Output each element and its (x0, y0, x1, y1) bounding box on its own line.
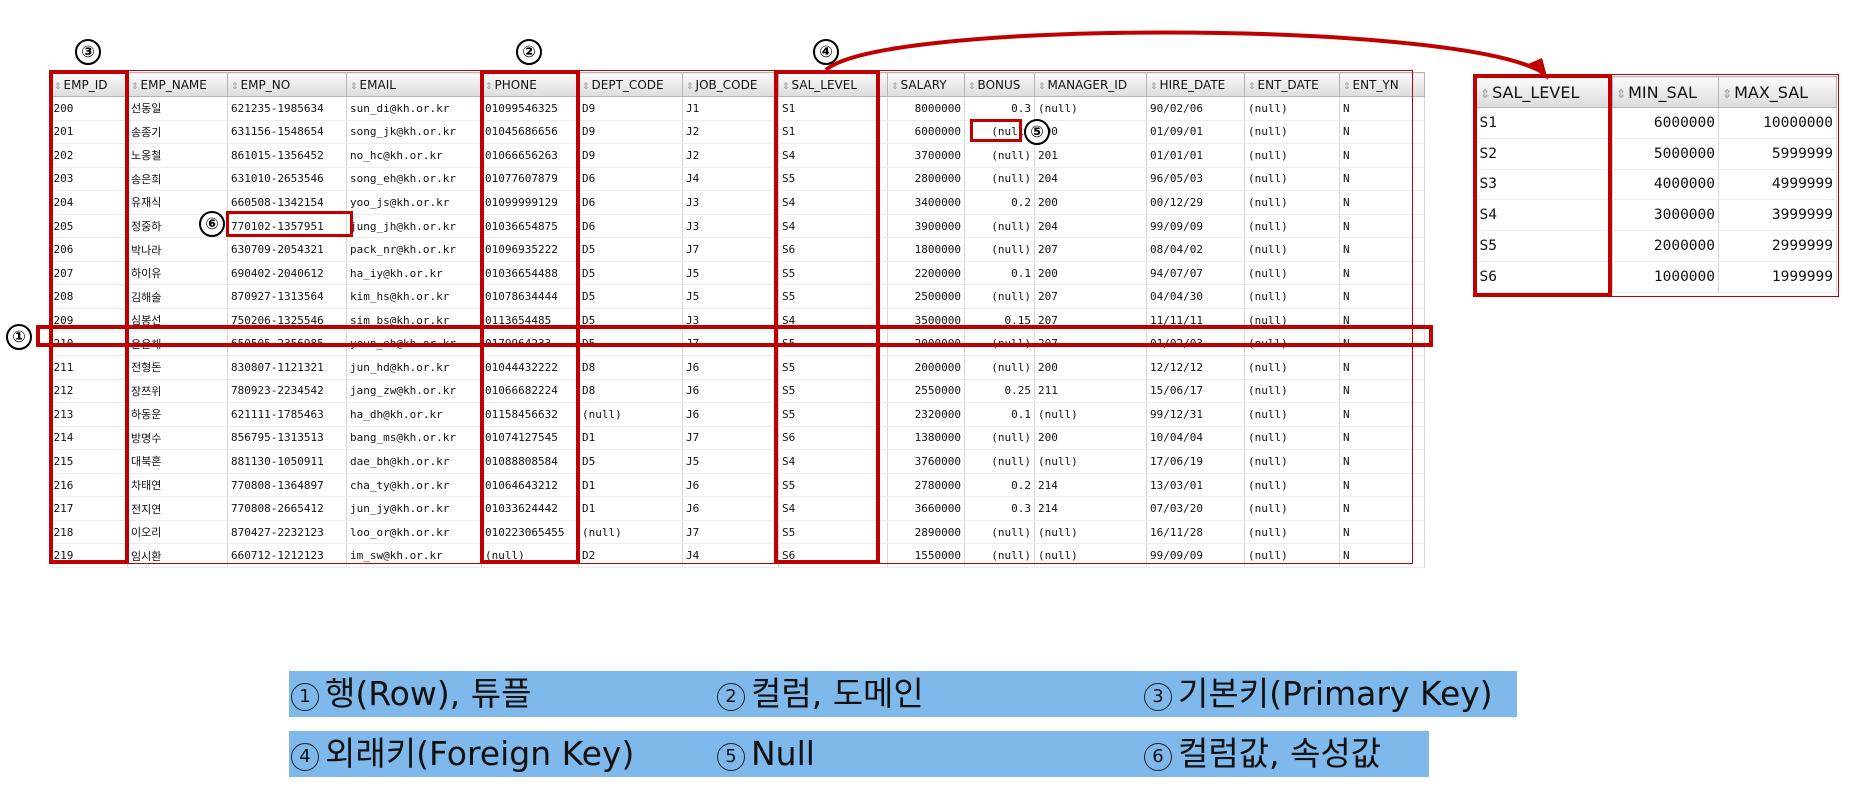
legend-row-1: 1 행(Row), 튜플 2 컬럼, 도메인 3 기본키(Primary Key) (289, 671, 1517, 717)
badge-column: ② (516, 39, 542, 65)
legend-row-2: 4 외래키(Foreign Key) 5 Null 6 컬럼값, 속성값 (289, 731, 1429, 777)
relational-terms-diagram: ⇕ EMP_ID ⇕ EMP_NAME ⇕ EMP_NO ⇕ EMAIL ⇕ PHONE ⇕ DEPT… (0, 0, 1854, 794)
legend-item-row: 1 행(Row), 튜플 (291, 671, 531, 717)
legend-item-primary-key: 3 기본키(Primary Key) (1144, 671, 1493, 717)
badge-null: ⑤ (1024, 119, 1050, 145)
badge-row: ① (6, 324, 32, 350)
legend-item-column: 2 컬럼, 도메인 (717, 671, 924, 717)
legend-item-null: 5 Null (717, 731, 815, 777)
legend-item-attribute-value: 6 컬럼값, 속성값 (1144, 731, 1381, 777)
badge-primary-key: ③ (75, 39, 101, 65)
badge-attribute-value: ⑥ (199, 211, 225, 237)
legend-item-foreign-key: 4 외래키(Foreign Key) (291, 731, 634, 777)
badge-foreign-key: ④ (813, 39, 839, 65)
